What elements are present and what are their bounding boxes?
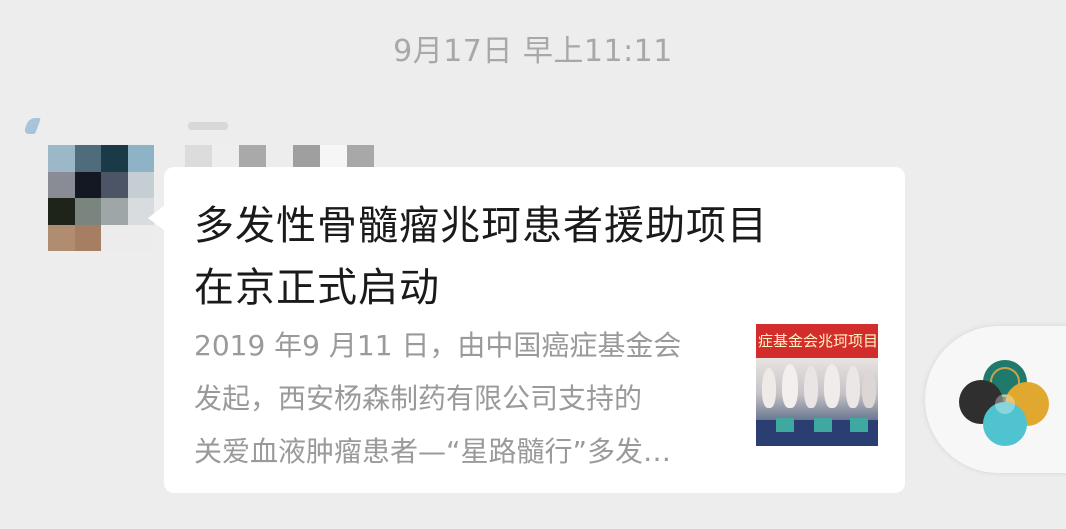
card-title: 多发性骨髓瘤兆珂患者援助项目 在京正式启动 [194, 203, 768, 311]
avatar-pixel [74, 198, 101, 225]
avatar-pixel [74, 171, 101, 198]
avatar-pixel [74, 224, 101, 251]
photo-placard [814, 418, 832, 432]
mini-program-floating-icon[interactable] [955, 352, 1051, 448]
photo-person [782, 364, 798, 408]
avatar-pixel [127, 145, 154, 172]
photo-person [862, 370, 876, 408]
avatar-pixel [48, 224, 75, 251]
sender-avatar[interactable] [48, 145, 154, 251]
photo-person [804, 366, 818, 408]
avatar-pixel [101, 198, 128, 225]
avatar-pixel [101, 224, 128, 251]
photo-person [762, 368, 776, 408]
photo-placard [850, 418, 868, 432]
thumbnail-banner: 症基金会兆珂项目 [756, 324, 878, 358]
avatar-pixel [48, 171, 75, 198]
photo-placard [776, 418, 794, 432]
avatar-pixel [48, 198, 75, 225]
avatar-pixel [101, 145, 128, 172]
avatar-pixel [74, 145, 101, 172]
bubble-tail [148, 205, 165, 231]
floating-window-panel[interactable] [925, 326, 1066, 473]
blurred-fragment-text [188, 122, 228, 130]
blurred-fragment [23, 118, 41, 134]
avatar-pixel [48, 145, 75, 172]
photo-person [846, 366, 860, 408]
card-thumbnail: 症基金会兆珂项目 [756, 324, 878, 446]
avatar-pixel [101, 171, 128, 198]
avatar-pixel [127, 171, 154, 198]
card-summary: 2019 年9 月11 日，由中国癌症基金会 发起，西安杨森制药有限公司支持的 … [194, 329, 682, 468]
message-timestamp: 9月17日 早上11:11 [393, 34, 673, 69]
link-card-message[interactable]: 多发性骨髓瘤兆珂患者援助项目 在京正式启动 2019 年9 月11 日，由中国癌… [164, 167, 905, 493]
photo-person [824, 364, 840, 408]
